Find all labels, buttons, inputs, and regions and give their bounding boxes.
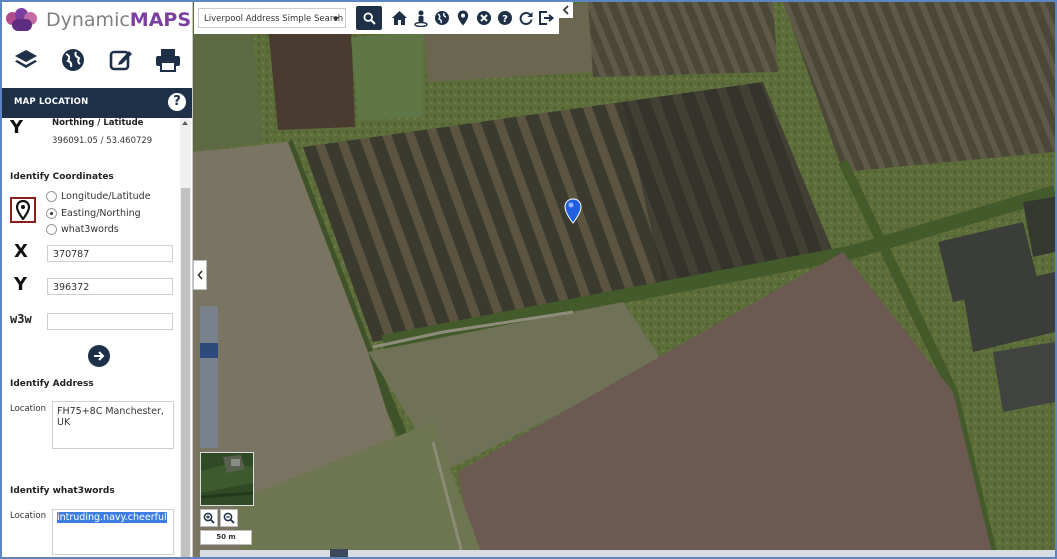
basemap-button[interactable] [57,44,89,76]
satellite-imagery [193,2,1055,557]
logo-mark-icon [6,8,38,32]
brand-name: DynamicMAPS [46,9,192,31]
radio-what3words[interactable]: what3words [46,224,119,235]
pick-location-button[interactable] [10,197,36,223]
globe-icon[interactable] [432,8,451,28]
refresh-icon[interactable] [516,8,535,28]
zoom-in-button[interactable] [200,509,218,527]
home-icon[interactable] [390,8,409,28]
w3w-label: w3w [10,312,32,326]
scrollbar-thumb[interactable] [181,188,190,557]
panel-title: MAP LOCATION [14,97,89,107]
map-actions: ? [390,8,558,28]
radio-dot [46,208,57,219]
help-icon[interactable]: ? [495,8,514,28]
location-pin-marker[interactable] [564,198,582,224]
panel-content[interactable]: Y Northing / Latitude 396091.05 / 53.460… [2,118,178,557]
app-logo: DynamicMAPS [6,6,191,34]
w3w-location-label: Location [10,511,46,521]
map-status-bar [200,549,1055,557]
search-type-select[interactable]: Liverpool Address Simple Search [198,8,346,28]
northing-value: 396091.05 / 53.460729 [52,136,153,146]
identify-address-heading: Identify Address [10,379,94,389]
print-icon [156,49,181,72]
scale-bar: 50 m [200,530,252,545]
panel-toolbar [2,40,192,80]
street-view-icon[interactable] [411,8,430,28]
search-toolbar: Liverpool Address Simple Search ? [194,2,559,34]
radio-longitude-latitude[interactable]: Longitude/Latitude [46,191,151,202]
radio-easting-northing[interactable]: Easting/Northing [46,208,141,219]
search-type-value: Liverpool Address Simple Search [204,14,344,24]
zoom-in-icon [203,512,215,524]
address-location-field[interactable]: FH75+8C Manchester, UK [52,401,174,449]
collapse-toolbar-button[interactable] [559,2,573,18]
app-window: Liverpool Address Simple Search ? 50 m D… [0,0,1057,559]
chevron-down-icon [333,17,339,21]
layers-button[interactable] [10,44,42,76]
identify-coordinates-heading: Identify Coordinates [10,172,114,182]
svg-text:?: ? [502,14,508,25]
search-button[interactable] [356,6,382,30]
globe-icon [62,49,85,71]
overview-map[interactable] [200,452,254,506]
zoom-out-icon [223,512,235,524]
w3w-location-field[interactable]: intruding.navy.cheerful [52,509,174,555]
map-view[interactable] [193,2,1055,557]
scroll-up-icon[interactable] [182,121,188,125]
arrow-right-icon [94,351,105,361]
collapse-panel-button[interactable] [193,260,207,290]
location-pin-icon[interactable] [453,8,472,28]
panel-header: MAP LOCATION ? [2,88,192,118]
identify-what3words-heading: Identify what3words [10,486,115,496]
easting-input[interactable]: 370787 [47,245,173,262]
w3w-location-value: intruding.navy.cheerful [57,512,167,523]
northing-heading: Northing / Latitude [52,118,144,128]
help-button[interactable]: ? [168,93,186,111]
zoom-slider-handle[interactable] [200,343,218,358]
logout-icon[interactable] [537,8,556,28]
chevron-left-icon [196,270,203,280]
northing-axis-label: Y [10,118,24,138]
x-axis-label: X [14,241,28,262]
status-bar-toggle[interactable] [330,549,348,557]
what3words-input[interactable] [47,313,173,330]
clear-icon[interactable] [474,8,493,28]
layers-icon [14,50,37,68]
chevron-left-icon [562,5,569,15]
panel-scrollbar[interactable] [180,118,191,557]
side-panel: DynamicMAPS MAP LOCATION ? Y Northing / … [2,2,193,557]
print-button[interactable] [152,44,184,76]
zoom-controls [200,509,240,527]
zoom-slider[interactable] [200,306,218,448]
zoom-out-button[interactable] [220,509,238,527]
go-button[interactable] [88,345,110,367]
radio-dot [46,191,57,202]
address-location-label: Location [10,404,46,414]
draw-button[interactable] [105,44,137,76]
search-icon [362,11,376,25]
northing-input[interactable]: 396372 [47,278,173,295]
edit-icon [109,50,132,71]
y-axis-label: Y [14,274,28,295]
radio-dot [46,224,57,235]
location-pin-icon [16,200,30,220]
